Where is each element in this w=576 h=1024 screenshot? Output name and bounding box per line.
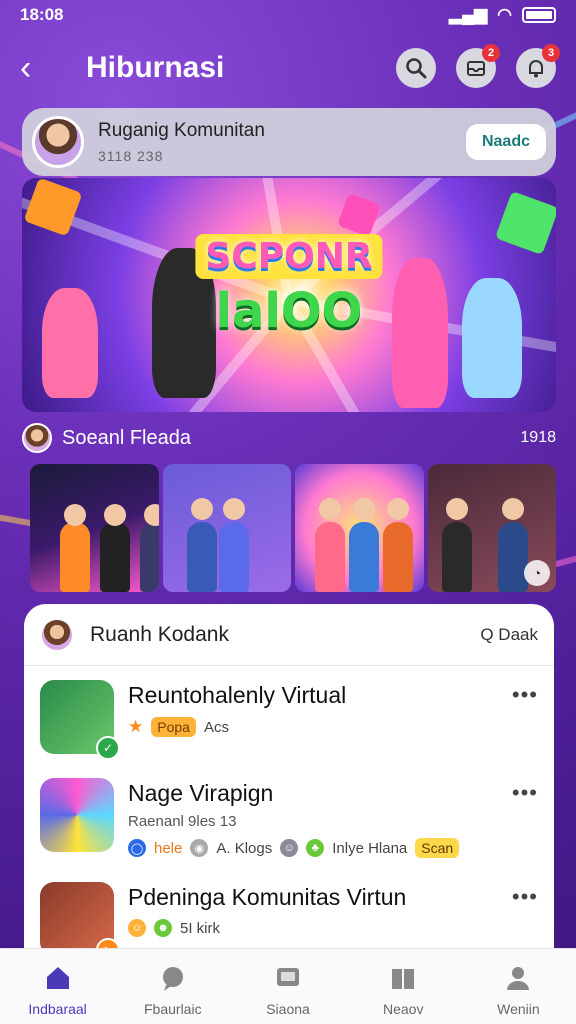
nav-explore[interactable]: Fbaurlaic bbox=[115, 949, 230, 1024]
nav-label: Fbaurlaic bbox=[144, 1001, 202, 1017]
inbox-badge: 2 bbox=[482, 44, 500, 62]
inbox-button[interactable]: 2 bbox=[456, 44, 500, 88]
room-list-card: Ruanh Kodank Q Daak ✓ Reuntohalenly Virt… bbox=[24, 604, 554, 950]
item-title: Reuntohalenly Virtual bbox=[128, 682, 347, 708]
community-name: Ruganig Komunitan bbox=[98, 120, 265, 141]
item-title: Pdeninga Komunitas Virtun bbox=[128, 884, 407, 910]
more-options-button[interactable]: ••• bbox=[512, 884, 538, 910]
item-chip: Scan bbox=[415, 838, 460, 858]
search-button[interactable] bbox=[396, 48, 436, 88]
hero-logo: SCPONR lalOO bbox=[195, 234, 383, 339]
bell-icon bbox=[529, 60, 543, 78]
card-search-button[interactable]: Q Daak bbox=[480, 625, 538, 645]
status-bar: 18:08 ▂▄▆ ◠ bbox=[0, 0, 576, 30]
inbox-icon bbox=[467, 61, 485, 76]
card-avatar bbox=[40, 617, 74, 652]
section-avatar bbox=[22, 423, 52, 453]
nav-news[interactable]: Neaov bbox=[346, 949, 461, 1024]
page-title: Hiburnasi bbox=[86, 51, 225, 84]
nav-home[interactable]: Indbaraal bbox=[0, 949, 115, 1024]
profile-icon bbox=[507, 967, 530, 990]
section-header: Soeanl Fleada 1918 bbox=[22, 420, 556, 456]
nav-media[interactable]: Siaona bbox=[230, 949, 345, 1024]
bottom-nav: Indbaraal Fbaurlaic Siaona Neaov Weniin bbox=[0, 948, 576, 1024]
character-figure bbox=[392, 258, 448, 408]
nav-profile[interactable]: Weniin bbox=[461, 949, 576, 1024]
leaf-icon: ♣ bbox=[306, 839, 325, 857]
notifications-badge: 3 bbox=[542, 44, 560, 62]
character-figure bbox=[42, 288, 98, 398]
thumbnail[interactable] bbox=[295, 464, 424, 592]
cube-decoration bbox=[23, 178, 83, 237]
more-icon: ◔ bbox=[532, 565, 542, 581]
card-header: Ruanh Kodank Q Daak bbox=[24, 604, 554, 666]
star-icon: ★ bbox=[128, 717, 144, 736]
character-figure bbox=[462, 278, 522, 398]
thumbnail-strip: ◔ bbox=[30, 464, 556, 592]
more-options-button[interactable]: ••• bbox=[512, 780, 538, 806]
notifications-button[interactable]: 3 bbox=[516, 44, 560, 88]
thumbnail[interactable]: ◔ bbox=[427, 464, 556, 592]
list-item[interactable]: ✓ Reuntohalenly Virtual ★ Popa Acs ••• bbox=[24, 666, 554, 764]
nav-label: Neaov bbox=[382, 1001, 424, 1017]
community-member-count: 3118 238 bbox=[98, 148, 164, 164]
emoji-icon: ☺ bbox=[128, 919, 146, 937]
item-sub: Acs bbox=[203, 718, 229, 736]
item-sub: 5I kirk bbox=[180, 919, 221, 937]
item-badge-icon: ✓ bbox=[96, 736, 120, 760]
item-chip: Popa bbox=[151, 717, 196, 737]
tv-icon bbox=[277, 968, 299, 986]
more-options-button[interactable]: ••• bbox=[512, 682, 538, 708]
status-time: 18:08 bbox=[20, 5, 64, 24]
back-button[interactable]: ‹ bbox=[20, 49, 60, 88]
card-title: Ruanh Kodank bbox=[90, 622, 229, 646]
hero-banner[interactable]: SCPONR lalOO bbox=[22, 178, 556, 412]
item-meta-3: Inlye Hlana bbox=[332, 839, 408, 857]
cube-decoration bbox=[494, 190, 556, 256]
thumbnail[interactable] bbox=[162, 464, 291, 592]
item-title: Nage Virapign bbox=[128, 780, 274, 806]
wifi-icon: ◠ bbox=[497, 5, 512, 24]
item-thumbnail: ✓ bbox=[40, 680, 120, 760]
community-avatar bbox=[32, 116, 84, 168]
book-icon bbox=[392, 969, 415, 989]
hero-logo-line2: lalOO bbox=[215, 283, 363, 339]
more-thumbnails-button[interactable]: ◔ bbox=[524, 560, 550, 586]
item-meta-2: A. Klogs bbox=[216, 839, 273, 857]
item-meta-1: hele bbox=[154, 839, 183, 857]
join-button[interactable]: Naadc bbox=[465, 124, 546, 160]
item-sub: Raenanl 9les 13 bbox=[128, 813, 237, 830]
app-header: ‹ Hiburnasi 2 3 bbox=[0, 40, 576, 96]
signal-icon: ▂▄▆ bbox=[448, 5, 488, 24]
nav-label: Weniin bbox=[497, 1001, 540, 1017]
nav-label: Indbaraal bbox=[28, 1001, 87, 1017]
item-thumbnail: ➤ bbox=[40, 882, 120, 950]
battery-icon bbox=[522, 7, 556, 23]
nav-label: Siaona bbox=[266, 1001, 310, 1017]
community-bar[interactable]: Ruganig Komunitan 3118 238 Naadc bbox=[22, 108, 556, 176]
emoji-icon: ☻ bbox=[154, 919, 172, 937]
user-icon: ◉ bbox=[190, 839, 209, 857]
list-item[interactable]: ➤ Pdeninga Komunitas Virtun ☺ ☻ 5I kirk … bbox=[24, 868, 554, 950]
list-item[interactable]: Nage Virapign Raenanl 9les 13 ◯ hele ◉ A… bbox=[24, 764, 554, 868]
item-thumbnail bbox=[40, 778, 114, 852]
section-title: Soeanl Fleada bbox=[62, 426, 191, 449]
search-icon bbox=[406, 58, 427, 79]
section-count: 1918 bbox=[520, 429, 556, 446]
chat-icon: ◯ bbox=[128, 839, 146, 857]
home-icon bbox=[46, 967, 69, 989]
thumbnail[interactable] bbox=[30, 464, 159, 592]
face-icon: ☺ bbox=[280, 839, 299, 857]
chat-bubble-icon bbox=[162, 967, 183, 991]
hero-logo-line1: SCPONR bbox=[195, 234, 383, 279]
